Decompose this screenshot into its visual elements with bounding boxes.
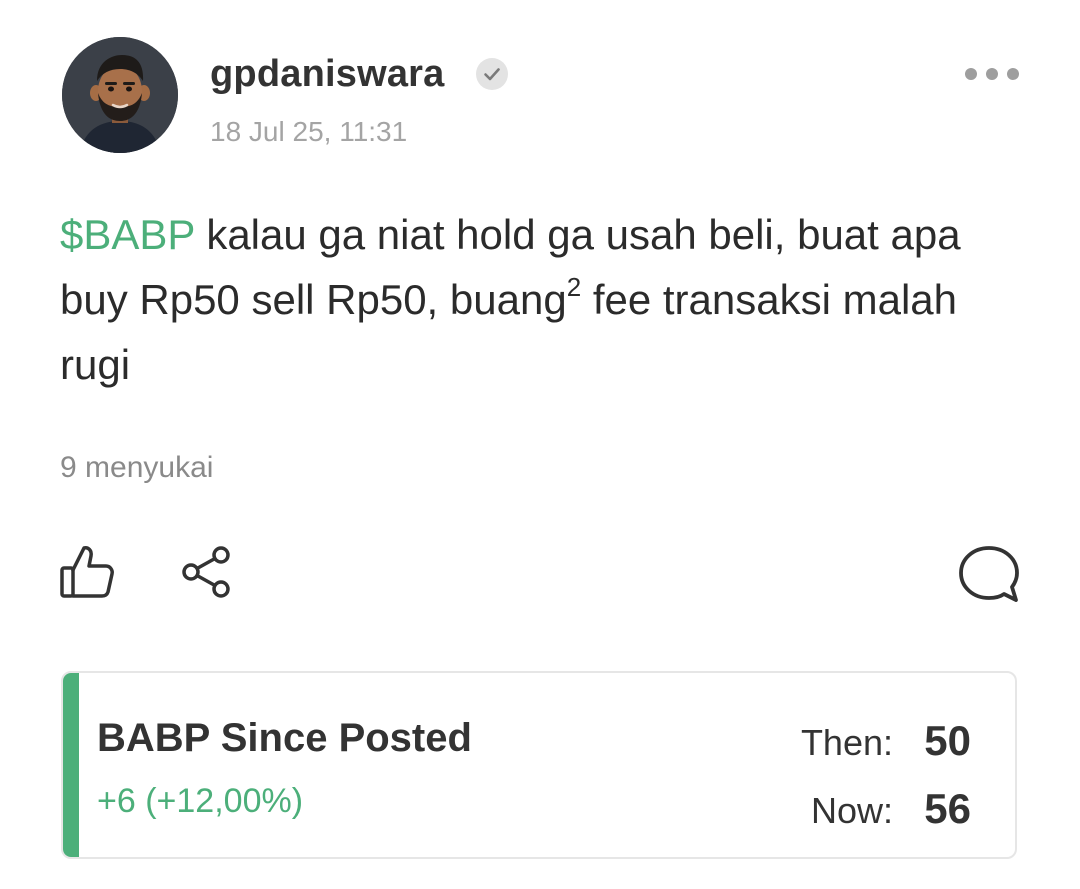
thumbs-up-icon: [60, 546, 114, 598]
then-label: Then:: [800, 722, 893, 763]
card-accent-bar: [63, 673, 79, 857]
likes-count[interactable]: 9 menyukai: [60, 450, 213, 486]
card-title: BABP Since Posted: [97, 716, 472, 760]
bearded-man-avatar-icon: [62, 37, 178, 153]
more-dots-icon[interactable]: [962, 62, 1022, 86]
share-button[interactable]: [180, 544, 236, 600]
comment-button[interactable]: [956, 542, 1022, 608]
comment-bubble-icon: [959, 546, 1019, 602]
post-body: $BABP kalau ga niat hold ga usah beli, b…: [60, 202, 1030, 397]
price-since-posted-card[interactable]: BABP Since Posted +6 (+12,00%) Then: 50 …: [61, 671, 1017, 859]
post-text-superscript: 2: [566, 272, 582, 302]
now-row: Now: 56: [811, 785, 971, 833]
then-row: Then: 50: [801, 717, 971, 765]
now-value: 56: [924, 785, 971, 832]
then-value: 50: [924, 717, 971, 764]
username[interactable]: gpdaniswara: [210, 52, 445, 96]
price-change: +6 (+12,00%): [97, 782, 304, 820]
like-button[interactable]: [58, 542, 118, 602]
post-timestamp: 18 Jul 25, 11:31: [210, 116, 408, 147]
avatar[interactable]: [62, 37, 178, 153]
verified-badge-icon: [474, 56, 510, 92]
ticker-link[interactable]: $BABP: [60, 211, 195, 258]
now-label: Now:: [810, 790, 893, 831]
share-icon: [182, 546, 230, 598]
